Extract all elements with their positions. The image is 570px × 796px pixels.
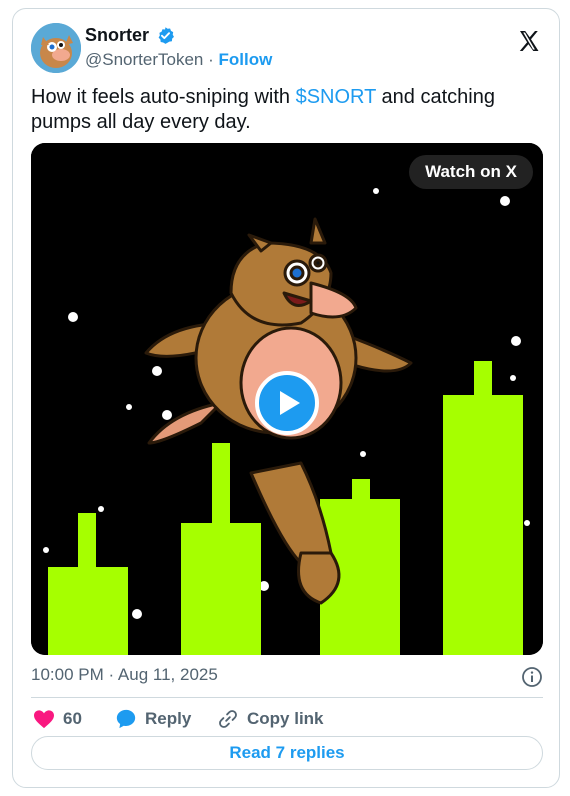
- read-replies-button[interactable]: Read 7 replies: [31, 736, 543, 770]
- like-count: 60: [63, 709, 82, 728]
- tweet-text-start: How it feels auto-sniping with: [31, 86, 296, 108]
- verified-icon: [156, 26, 175, 45]
- play-icon: [280, 391, 300, 415]
- reply-label: Reply: [145, 709, 192, 728]
- reply-button[interactable]: Reply: [115, 707, 191, 731]
- action-bar: 60 Reply Copy link: [31, 703, 543, 735]
- video-media[interactable]: Watch on X: [31, 143, 543, 655]
- reply-bubble-icon: [116, 709, 136, 729]
- info-icon[interactable]: [521, 666, 543, 688]
- divider: [31, 697, 543, 698]
- tweet-card: Snorter @SnorterToken · Follow How it fe…: [12, 8, 560, 788]
- handle[interactable]: @SnorterToken: [85, 50, 203, 69]
- author-names: Snorter @SnorterToken · Follow: [85, 25, 272, 70]
- tweet-meta: 10:00 PM · Aug 11, 2025: [31, 665, 543, 691]
- handle-row: @SnorterToken · Follow: [85, 50, 272, 70]
- tweet-header: Snorter @SnorterToken · Follow: [31, 23, 543, 75]
- tweet-text: How it feels auto-sniping with $SNORT an…: [31, 85, 543, 135]
- x-logo-icon[interactable]: [517, 29, 541, 53]
- like-button[interactable]: 60: [33, 707, 82, 731]
- separator: ·: [208, 50, 214, 69]
- watch-on-x-button[interactable]: Watch on X: [409, 155, 533, 189]
- display-name[interactable]: Snorter: [85, 25, 149, 46]
- copy-link-label: Copy link: [247, 709, 324, 728]
- follow-button[interactable]: Follow: [219, 50, 273, 69]
- copy-link-button[interactable]: Copy link: [217, 707, 324, 731]
- avatar[interactable]: [31, 23, 81, 73]
- timestamp-link[interactable]: 10:00 PM · Aug 11, 2025: [31, 665, 218, 684]
- link-icon: [219, 710, 237, 728]
- play-button[interactable]: [255, 371, 319, 435]
- cashtag-link[interactable]: $SNORT: [296, 86, 376, 108]
- heart-icon: [34, 710, 54, 729]
